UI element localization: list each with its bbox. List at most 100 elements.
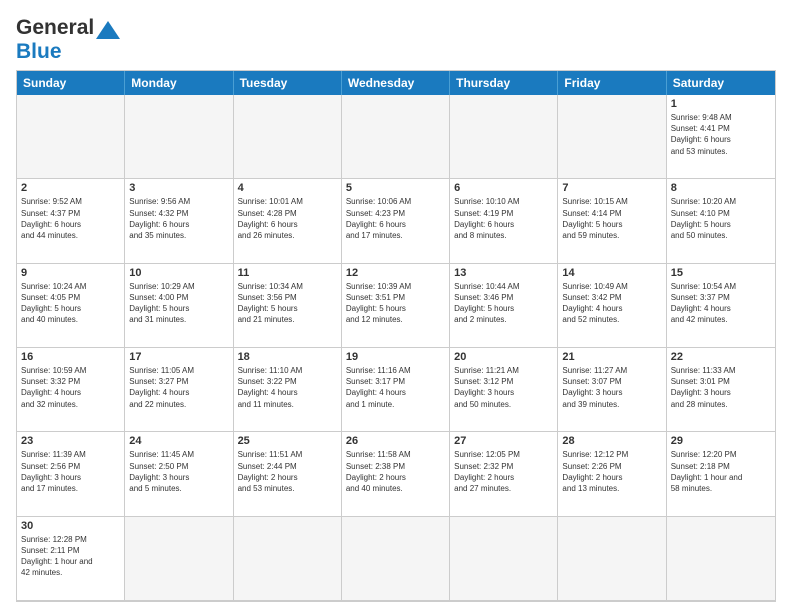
cell-info-text: Sunrise: 12:12 PM Sunset: 2:26 PM Daylig…: [562, 449, 661, 494]
calendar-cell: 21 Sunrise: 11:27 AM Sunset: 3:07 PM Dayl…: [558, 348, 666, 432]
cell-date-number: 20: [454, 351, 553, 363]
calendar-cell: [234, 517, 342, 601]
calendar-cell: [17, 95, 125, 179]
cell-date-number: 12: [346, 267, 445, 279]
calendar-cell: [234, 95, 342, 179]
calendar-grid: 1 Sunrise: 9:48 AM Sunset: 4:41 PM Daylig…: [17, 95, 775, 601]
cell-info-text: Sunrise: 9:48 AM Sunset: 4:41 PM Dayligh…: [671, 112, 771, 157]
cell-info-text: Sunrise: 11:45 AM Sunset: 2:50 PM Daylig…: [129, 449, 228, 494]
cell-info-text: Sunrise: 12:05 PM Sunset: 2:32 PM Daylig…: [454, 449, 553, 494]
logo-text-block: General Blue: [16, 16, 120, 64]
cell-date-number: 30: [21, 520, 120, 532]
calendar-cell: 11 Sunrise: 10:34 AM Sunset: 3:56 PM Dayl…: [234, 264, 342, 348]
day-header-friday: Friday: [558, 71, 666, 95]
cell-info-text: Sunrise: 12:20 PM Sunset: 2:18 PM Daylig…: [671, 449, 771, 494]
calendar-cell: 18 Sunrise: 11:10 AM Sunset: 3:22 PM Dayl…: [234, 348, 342, 432]
calendar-cell: 23Sunrise: 11:39 AM Sunset: 2:56 PM Dayl…: [17, 432, 125, 516]
cell-info-text: Sunrise: 10:24 AM Sunset: 4:05 PM Daylig…: [21, 281, 120, 326]
calendar-cell: 7 Sunrise: 10:15 AM Sunset: 4:14 PM Dayli…: [558, 179, 666, 263]
calendar-cell: 29Sunrise: 12:20 PM Sunset: 2:18 PM Dayl…: [667, 432, 775, 516]
day-headers: Sunday Monday Tuesday Wednesday Thursday…: [17, 71, 775, 95]
cell-date-number: 21: [562, 351, 661, 363]
cell-date-number: 11: [238, 267, 337, 279]
cell-date-number: 4: [238, 182, 337, 194]
cell-info-text: Sunrise: 11:10 AM Sunset: 3:22 PM Daylig…: [238, 365, 337, 410]
calendar-cell: 25 Sunrise: 11:51 AM Sunset: 2:44 PM Dayl…: [234, 432, 342, 516]
cell-date-number: 9: [21, 267, 120, 279]
calendar-cell: [125, 517, 233, 601]
cell-date-number: 1: [671, 98, 771, 110]
cell-info-text: Sunrise: 10:54 AM Sunset: 3:37 PM Daylig…: [671, 281, 771, 326]
cell-date-number: 19: [346, 351, 445, 363]
page: General Blue Sunday Monday Tuesday Wedne…: [0, 0, 792, 612]
calendar-cell: 17Sunrise: 11:05 AM Sunset: 3:27 PM Dayl…: [125, 348, 233, 432]
header: General Blue: [16, 16, 776, 64]
cell-info-text: Sunrise: 10:29 AM Sunset: 4:00 PM Daylig…: [129, 281, 228, 326]
cell-info-text: Sunrise: 10:06 AM Sunset: 4:23 PM Daylig…: [346, 196, 445, 241]
cell-date-number: 26: [346, 435, 445, 447]
day-header-thursday: Thursday: [450, 71, 558, 95]
calendar-cell: 3 Sunrise: 9:56 AM Sunset: 4:32 PM Daylig…: [125, 179, 233, 263]
cell-info-text: Sunrise: 12:28 PM Sunset: 2:11 PM Daylig…: [21, 534, 120, 579]
cell-date-number: 8: [671, 182, 771, 194]
cell-info-text: Sunrise: 10:10 AM Sunset: 4:19 PM Daylig…: [454, 196, 553, 241]
day-header-monday: Monday: [125, 71, 233, 95]
cell-date-number: 10: [129, 267, 228, 279]
calendar-cell: 9 Sunrise: 10:24 AM Sunset: 4:05 PM Dayli…: [17, 264, 125, 348]
cell-info-text: Sunrise: 11:58 AM Sunset: 2:38 PM Daylig…: [346, 449, 445, 494]
calendar-cell: 10 Sunrise: 10:29 AM Sunset: 4:00 PM Dayl…: [125, 264, 233, 348]
calendar-cell: [125, 95, 233, 179]
cell-info-text: Sunrise: 9:56 AM Sunset: 4:32 PM Dayligh…: [129, 196, 228, 241]
cell-date-number: 15: [671, 267, 771, 279]
calendar-cell: 27 Sunrise: 12:05 PM Sunset: 2:32 PM Dayl…: [450, 432, 558, 516]
cell-info-text: Sunrise: 10:59 AM Sunset: 3:32 PM Daylig…: [21, 365, 120, 410]
calendar-cell: 4Sunrise: 10:01 AM Sunset: 4:28 PM Dayli…: [234, 179, 342, 263]
logo-blue: Blue: [16, 40, 62, 63]
calendar-cell: 12 Sunrise: 10:39 AM Sunset: 3:51 PM Dayl…: [342, 264, 450, 348]
calendar: Sunday Monday Tuesday Wednesday Thursday…: [16, 70, 776, 602]
cell-date-number: 7: [562, 182, 661, 194]
day-header-saturday: Saturday: [667, 71, 775, 95]
cell-date-number: 13: [454, 267, 553, 279]
logo-general: General: [16, 16, 94, 40]
cell-info-text: Sunrise: 10:49 AM Sunset: 3:42 PM Daylig…: [562, 281, 661, 326]
cell-info-text: Sunrise: 11:16 AM Sunset: 3:17 PM Daylig…: [346, 365, 445, 410]
calendar-cell: [558, 95, 666, 179]
cell-info-text: Sunrise: 9:52 AM Sunset: 4:37 PM Dayligh…: [21, 196, 120, 241]
calendar-cell: 16Sunrise: 10:59 AM Sunset: 3:32 PM Dayl…: [17, 348, 125, 432]
cell-info-text: Sunrise: 10:15 AM Sunset: 4:14 PM Daylig…: [562, 196, 661, 241]
calendar-cell: 15 Sunrise: 10:54 AM Sunset: 3:37 PM Dayl…: [667, 264, 775, 348]
cell-date-number: 22: [671, 351, 771, 363]
cell-info-text: Sunrise: 10:34 AM Sunset: 3:56 PM Daylig…: [238, 281, 337, 326]
cell-date-number: 25: [238, 435, 337, 447]
day-header-tuesday: Tuesday: [234, 71, 342, 95]
cell-info-text: Sunrise: 10:20 AM Sunset: 4:10 PM Daylig…: [671, 196, 771, 241]
cell-info-text: Sunrise: 10:39 AM Sunset: 3:51 PM Daylig…: [346, 281, 445, 326]
cell-date-number: 18: [238, 351, 337, 363]
calendar-cell: [558, 517, 666, 601]
logo: General Blue: [16, 16, 120, 64]
cell-info-text: Sunrise: 10:44 AM Sunset: 3:46 PM Daylig…: [454, 281, 553, 326]
cell-date-number: 27: [454, 435, 553, 447]
calendar-cell: 19 Sunrise: 11:16 AM Sunset: 3:17 PM Dayl…: [342, 348, 450, 432]
calendar-cell: 14 Sunrise: 10:49 AM Sunset: 3:42 PM Dayl…: [558, 264, 666, 348]
calendar-cell: [342, 95, 450, 179]
calendar-cell: [450, 95, 558, 179]
cell-date-number: 6: [454, 182, 553, 194]
calendar-cell: 2 Sunrise: 9:52 AM Sunset: 4:37 PM Daylig…: [17, 179, 125, 263]
calendar-cell: 13 Sunrise: 10:44 AM Sunset: 3:46 PM Dayl…: [450, 264, 558, 348]
calendar-cell: 6 Sunrise: 10:10 AM Sunset: 4:19 PM Dayli…: [450, 179, 558, 263]
day-header-sunday: Sunday: [17, 71, 125, 95]
cell-date-number: 2: [21, 182, 120, 194]
day-header-wednesday: Wednesday: [342, 71, 450, 95]
calendar-cell: 20Sunrise: 11:21 AM Sunset: 3:12 PM Dayl…: [450, 348, 558, 432]
cell-info-text: Sunrise: 11:05 AM Sunset: 3:27 PM Daylig…: [129, 365, 228, 410]
calendar-cell: 26 Sunrise: 11:58 AM Sunset: 2:38 PM Dayl…: [342, 432, 450, 516]
logo-container: General Blue: [16, 16, 120, 64]
cell-date-number: 3: [129, 182, 228, 194]
cell-info-text: Sunrise: 11:51 AM Sunset: 2:44 PM Daylig…: [238, 449, 337, 494]
cell-date-number: 14: [562, 267, 661, 279]
cell-date-number: 5: [346, 182, 445, 194]
calendar-cell: [450, 517, 558, 601]
cell-info-text: Sunrise: 11:27 AM Sunset: 3:07 PM Daylig…: [562, 365, 661, 410]
